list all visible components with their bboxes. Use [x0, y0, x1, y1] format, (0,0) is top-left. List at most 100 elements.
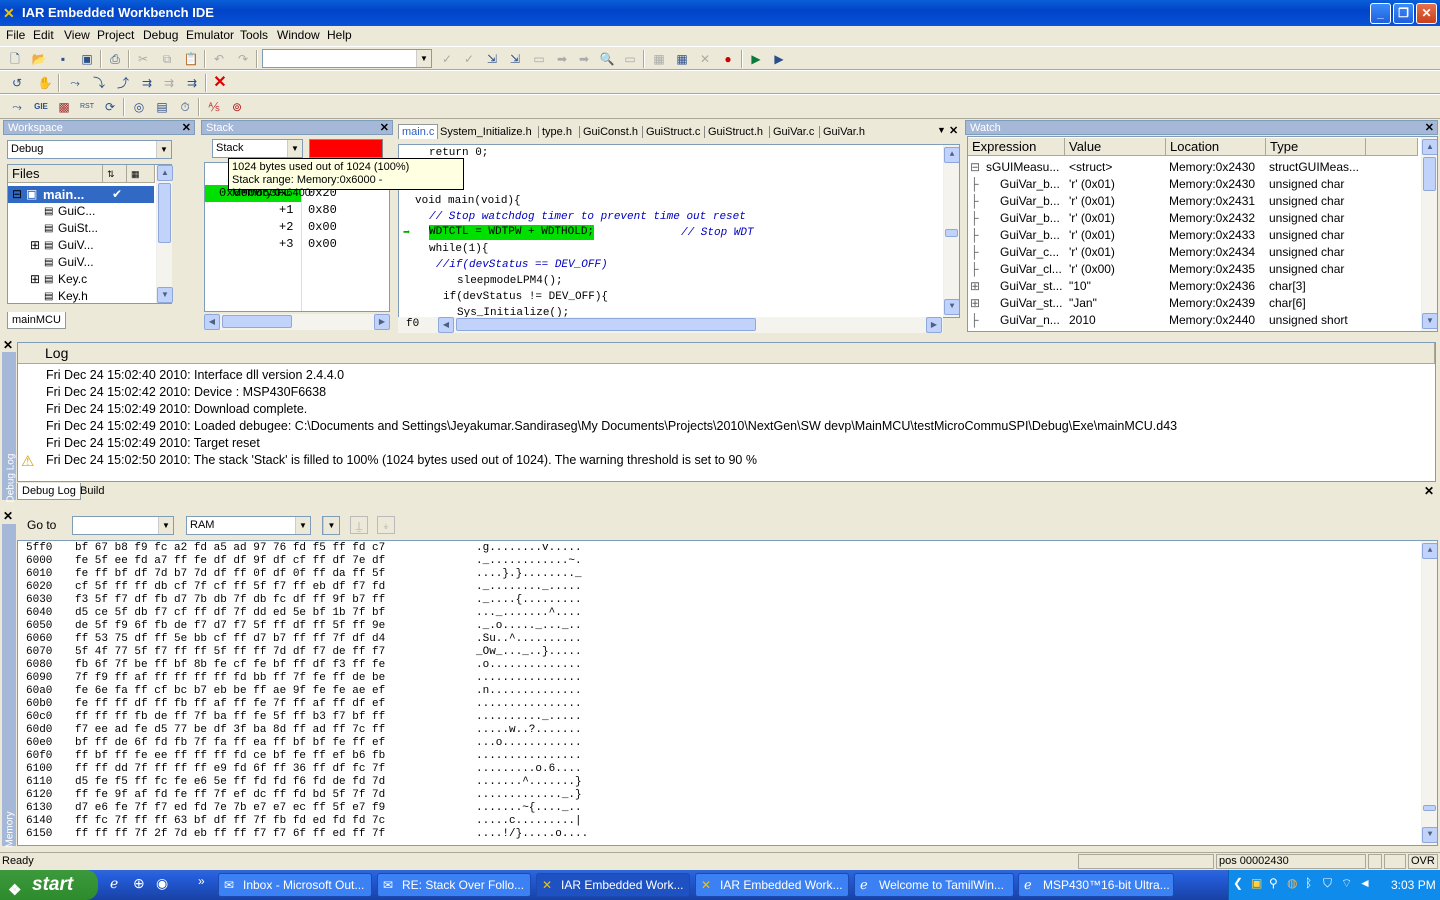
- find-combo[interactable]: ▼: [262, 49, 432, 68]
- stack-select[interactable]: Stack ▼: [212, 139, 303, 158]
- tab-guistruct-c[interactable]: GuiStruct.c: [642, 126, 700, 138]
- tree-item-main[interactable]: ⊟ ▣ main... ✔: [8, 186, 154, 203]
- tree-item-file[interactable]: ⊞ ▤ Key.c: [8, 271, 154, 288]
- memory-close-icon[interactable]: ✕: [3, 509, 13, 523]
- tree-expander-icon[interactable]: ⊞: [970, 278, 980, 295]
- print-icon[interactable]: ⎙: [106, 50, 124, 68]
- gie-icon[interactable]: GIE: [32, 98, 50, 116]
- stack-close-icon[interactable]: ✕: [380, 121, 389, 136]
- compile-icon[interactable]: ▦: [650, 50, 668, 68]
- taskbar-item[interactable]: ℯ Welcome to TamilWin...: [854, 873, 1014, 897]
- ie-quicklaunch-icon[interactable]: ℯ: [110, 875, 118, 892]
- tree-expander-icon[interactable]: ├: [970, 227, 979, 244]
- watch-row[interactable]: ├ GuiVar_b... 'r' (0x01) Memory:0x2430 unsig…: [968, 176, 1420, 193]
- watch-row[interactable]: ├ GuiVar_c... 'r' (0x01) Memory:0x2434 unsig…: [968, 244, 1420, 261]
- memory-zone-select[interactable]: RAM ▼: [186, 516, 311, 535]
- new-file-icon[interactable]: 🗋: [6, 50, 24, 68]
- close-button[interactable]: ✕: [1416, 3, 1437, 24]
- code-view[interactable]: return 0; void main(void){ // Stop watch…: [398, 144, 960, 318]
- log-close-icon[interactable]: ✕: [3, 338, 13, 352]
- memory-vscroll[interactable]: ▲ ▼: [1421, 541, 1437, 845]
- tab-main-c[interactable]: main.c: [398, 124, 439, 139]
- watch-close-icon[interactable]: ✕: [1425, 121, 1434, 136]
- reset-rst-icon[interactable]: RST: [78, 98, 96, 116]
- tree-expander-icon[interactable]: ├: [970, 210, 979, 227]
- navigate-forward-icon[interactable]: ➡: [575, 50, 593, 68]
- workspace-close-icon[interactable]: ✕: [182, 121, 191, 136]
- watch-col-type[interactable]: Type: [1266, 138, 1366, 156]
- watch-row[interactable]: ├ GuiVar_b... 'r' (0x01) Memory:0x2431 unsig…: [968, 193, 1420, 210]
- stop-debugging-icon[interactable]: ✕: [211, 74, 229, 92]
- tab-type-h[interactable]: type.h: [538, 126, 572, 138]
- editor-close-icon[interactable]: ✕: [949, 124, 958, 137]
- watch-col-expression[interactable]: Expression: [968, 138, 1065, 156]
- log-tabs-close-icon[interactable]: ✕: [1424, 484, 1434, 498]
- find-in-files-icon[interactable]: ▭: [621, 50, 639, 68]
- step-out-icon[interactable]: ⤴: [114, 74, 132, 92]
- menu-help[interactable]: Help: [327, 28, 352, 42]
- register-icon[interactable]: ▤: [153, 98, 171, 116]
- code-vscroll[interactable]: ▲ ▼: [943, 145, 959, 317]
- tab-guivar-h[interactable]: GuiVar.h: [819, 126, 865, 138]
- tree-item-file[interactable]: ⊞ ▤ GuiV...: [8, 237, 154, 254]
- tree-expander-icon[interactable]: ├: [970, 261, 979, 278]
- menu-file[interactable]: File: [6, 28, 25, 42]
- open-icon[interactable]: 📂: [30, 50, 48, 68]
- undo-icon[interactable]: ↶: [210, 50, 228, 68]
- reset-icon[interactable]: ↺: [8, 74, 26, 92]
- step-into-icon[interactable]: ⤵: [90, 74, 108, 92]
- toggle-bookmark-icon[interactable]: ⇲: [483, 50, 501, 68]
- tray-network-icon[interactable]: ⌔: [1341, 876, 1352, 891]
- menu-edit[interactable]: Edit: [33, 28, 54, 42]
- step-over-icon[interactable]: ⤳: [66, 74, 84, 92]
- find-next-icon[interactable]: ✓: [438, 50, 456, 68]
- tabs-dropdown-icon[interactable]: ▼: [937, 125, 946, 135]
- watch-row[interactable]: ├ GuiVar_b... 'r' (0x01) Memory:0x2432 unsig…: [968, 210, 1420, 227]
- cycle-counter-icon[interactable]: ▩: [55, 98, 73, 116]
- taskbar-item[interactable]: ✉ Inbox - Microsoft Out...: [218, 873, 372, 897]
- stop-build-icon[interactable]: ✕: [696, 50, 714, 68]
- tab-guivar-c[interactable]: GuiVar.c: [769, 126, 814, 138]
- run-to-cursor-icon[interactable]: ⇉: [160, 74, 178, 92]
- tab-guiconst-h[interactable]: GuiConst.h: [579, 126, 638, 138]
- start-button[interactable]: ❖ start: [0, 870, 98, 900]
- memory-options-dropdown[interactable]: ▼: [322, 516, 340, 535]
- file-tree-scrollbar[interactable]: ▲ ▼: [156, 165, 173, 303]
- memory-save-icon[interactable]: ⍖: [377, 516, 395, 534]
- copy-icon[interactable]: ⧉: [158, 50, 176, 68]
- tree-item-file[interactable]: ▤ GuiSt...: [8, 220, 154, 237]
- make-icon[interactable]: ▦: [673, 50, 691, 68]
- trace-icon[interactable]: ⅍: [205, 98, 223, 116]
- emulator-run-icon[interactable]: ⤳: [8, 98, 26, 116]
- find-prev-icon[interactable]: ✓: [460, 50, 478, 68]
- break-icon[interactable]: ✋: [36, 74, 54, 92]
- watch-row[interactable]: ├ GuiVar_b... 'r' (0x01) Memory:0x2433 unsig…: [968, 227, 1420, 244]
- taskbar-item[interactable]: ✉ RE: Stack Over Follo...: [377, 873, 531, 897]
- sequencer-icon[interactable]: ⏱: [176, 98, 194, 116]
- menu-project[interactable]: Project: [97, 28, 134, 42]
- watch-col-location[interactable]: Location: [1166, 138, 1266, 156]
- watch-row[interactable]: ├ GuiVar_n... 2010 Memory:0x2440 unsigned sh…: [968, 312, 1420, 329]
- outlook-quicklaunch-icon[interactable]: ⊕: [133, 875, 145, 892]
- workspace-config-select[interactable]: Debug ▼: [7, 140, 172, 159]
- tree-expander-icon[interactable]: ⊞: [970, 295, 980, 312]
- memory-view[interactable]: 5ff0 bf 67 b8 f9 fc a2 fd a5 ad 97 76 fd …: [17, 540, 1438, 846]
- taskbar-item[interactable]: ℯ MSP430™16-bit Ultra...: [1018, 873, 1174, 897]
- watch-row[interactable]: ⊞ GuiVar_st... "10" Memory:0x2436 char[3]: [968, 278, 1420, 295]
- watch-row[interactable]: ⊞ GuiVar_st... "Jan" Memory:0x2439 char[6]: [968, 295, 1420, 312]
- menu-window[interactable]: Window: [277, 28, 320, 42]
- tab-system-initialize-h[interactable]: System_Initialize.h: [440, 126, 532, 138]
- save-icon[interactable]: ▪: [54, 50, 72, 68]
- profiler-icon[interactable]: ⊚: [228, 98, 246, 116]
- tray-icon[interactable]: ◍: [1287, 876, 1297, 890]
- redo-icon[interactable]: ↷: [234, 50, 252, 68]
- tray-shield-icon[interactable]: ⛉: [1323, 876, 1332, 891]
- restore-button[interactable]: ❐: [1393, 3, 1414, 24]
- taskbar-item-active[interactable]: ✕ IAR Embedded Work...: [536, 873, 690, 897]
- debug-without-download-icon[interactable]: ▶: [770, 50, 788, 68]
- taskbar-item[interactable]: ✕ IAR Embedded Work...: [695, 873, 849, 897]
- tree-item-file[interactable]: ▤ GuiV...: [8, 254, 154, 271]
- watch-row[interactable]: ├ GuiVar_cl... 'r' (0x00) Memory:0x2435 unsi…: [968, 261, 1420, 278]
- goto-bookmark-icon[interactable]: ⇲: [506, 50, 524, 68]
- media-quicklaunch-icon[interactable]: ◉: [156, 875, 168, 892]
